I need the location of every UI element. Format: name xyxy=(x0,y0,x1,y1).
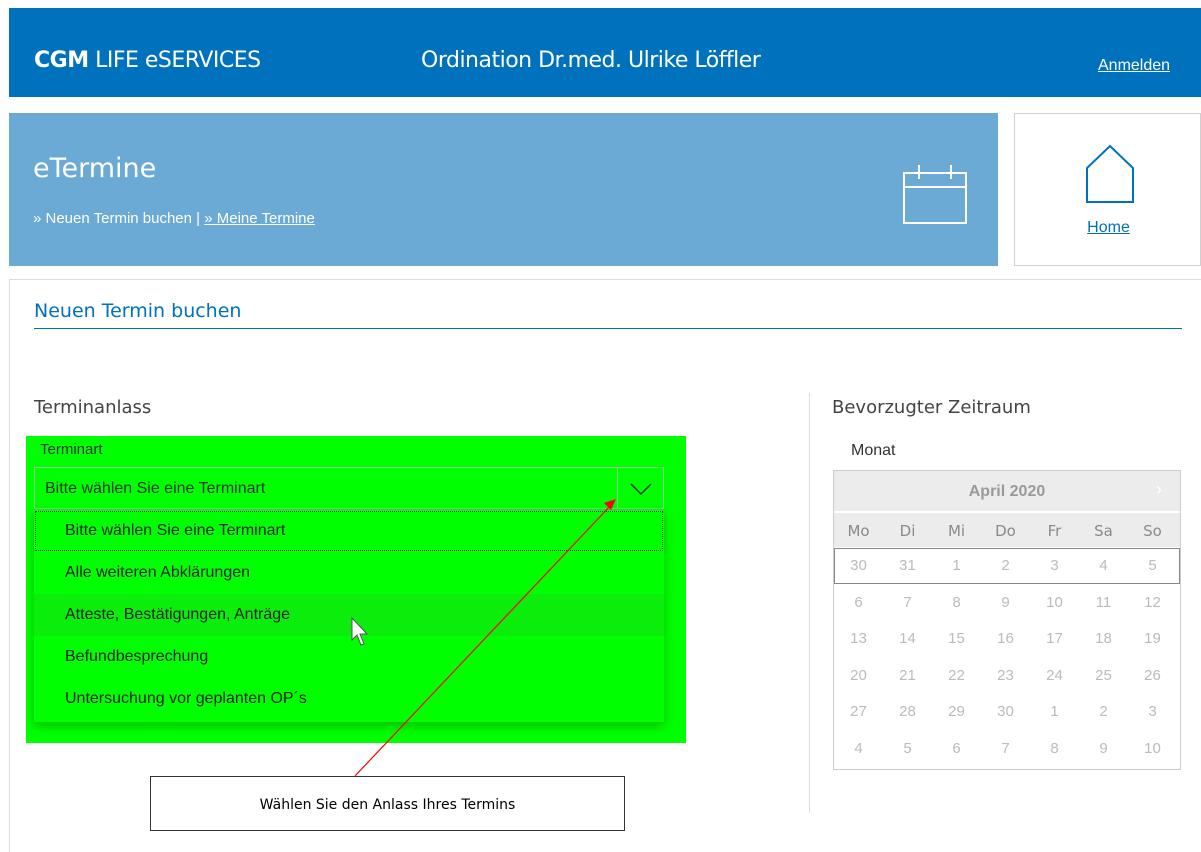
option-other-clarifications[interactable]: Alle weiteren Abklärungen xyxy=(34,552,664,594)
calendar-header: April 2020 › xyxy=(834,471,1180,511)
weekday-label: So xyxy=(1143,522,1162,540)
brand-logo: CGM LIFE eSERVICES xyxy=(34,48,261,73)
calendar-day[interactable]: 21 xyxy=(883,658,932,694)
calendar-day[interactable]: 28 xyxy=(883,694,932,730)
calendar-icon xyxy=(903,165,967,224)
calendar-day[interactable]: 10 xyxy=(1030,585,1079,621)
calendar-day[interactable]: 31 xyxy=(883,548,932,584)
chevron-down-icon xyxy=(630,483,652,496)
calendar-day[interactable]: 8 xyxy=(932,585,981,621)
calendar-day[interactable]: 4 xyxy=(834,731,883,767)
calendar-day[interactable]: 27 xyxy=(834,694,883,730)
calendar-day[interactable]: 1 xyxy=(932,548,981,584)
weekday-label: Mi xyxy=(947,522,966,540)
calendar-day[interactable]: 7 xyxy=(981,731,1030,767)
calendar-day[interactable]: 8 xyxy=(1030,731,1079,767)
calendar-day[interactable]: 26 xyxy=(1128,658,1177,694)
section-title: Neuen Termin buchen xyxy=(34,300,242,322)
option-certificates[interactable]: Atteste, Bestätigungen, Anträge xyxy=(34,594,664,636)
calendar-day[interactable]: 23 xyxy=(981,658,1030,694)
option-placeholder[interactable]: Bitte wählen Sie eine Terminart xyxy=(34,510,664,552)
calendar-day[interactable]: 1 xyxy=(1030,694,1079,730)
home-tile[interactable]: Home xyxy=(1014,113,1201,266)
calendar-day[interactable]: 22 xyxy=(932,658,981,694)
calendar-day[interactable]: 13 xyxy=(834,621,883,657)
my-appointments-link[interactable]: » Meine Termine xyxy=(204,210,315,227)
month-label: Monat xyxy=(851,442,896,459)
calendar-day[interactable]: 9 xyxy=(981,585,1030,621)
calendar-day[interactable]: 30 xyxy=(981,694,1030,730)
section-divider xyxy=(34,328,1182,329)
page-title: eTermine xyxy=(33,153,157,184)
preferred-period-title: Bevorzugter Zeitraum xyxy=(832,397,1031,418)
calendar-day[interactable]: 17 xyxy=(1030,621,1079,657)
weekday-label: Do xyxy=(995,522,1016,540)
top-bar: CGM LIFE eSERVICES Ordination Dr.med. Ul… xyxy=(9,8,1201,97)
appointment-type-options: Bitte wählen Sie eine Terminart Alle wei… xyxy=(34,510,664,722)
calendar-day[interactable]: 15 xyxy=(932,621,981,657)
weekday-label: Mo xyxy=(847,522,870,540)
calendar-day[interactable]: 16 xyxy=(981,621,1030,657)
appointment-type-value: Bitte wählen Sie eine Terminart xyxy=(45,480,266,497)
weekday-label: Di xyxy=(899,522,916,540)
calendar-day[interactable]: 25 xyxy=(1079,658,1128,694)
calendar-day[interactable]: 2 xyxy=(981,548,1030,584)
breadcrumb-current: » Neuen Termin buchen | xyxy=(33,210,205,227)
breadcrumb: » Neuen Termin buchen | » Meine Termine xyxy=(33,210,315,227)
appointment-type-label: Terminart xyxy=(40,441,103,458)
calendar-day[interactable]: 3 xyxy=(1030,548,1079,584)
calendar-day[interactable]: 7 xyxy=(883,585,932,621)
calendar-day[interactable]: 29 xyxy=(932,694,981,730)
calendar-day[interactable]: 5 xyxy=(883,731,932,767)
weekday-label: Sa xyxy=(1094,522,1113,540)
appointment-type-select[interactable]: Bitte wählen Sie eine Terminart xyxy=(34,467,664,509)
calendar-day[interactable]: 20 xyxy=(834,658,883,694)
appointment-reason-title: Terminanlass xyxy=(34,397,152,418)
calendar-day[interactable]: 6 xyxy=(932,731,981,767)
etermine-banner: eTermine » Neuen Termin buchen | » Meine… xyxy=(9,113,998,266)
calendar-day[interactable]: 3 xyxy=(1128,694,1177,730)
home-link[interactable]: Home xyxy=(1015,219,1201,237)
calendar-month-title: April 2020 xyxy=(968,483,1046,500)
annotation-callout: Wählen Sie den Anlass Ihres Termins xyxy=(150,776,625,831)
next-month-button[interactable]: › xyxy=(1156,479,1162,500)
dropdown-toggle[interactable] xyxy=(617,468,663,508)
calendar-day[interactable]: 24 xyxy=(1030,658,1079,694)
practice-name: Ordination Dr.med. Ulrike Löffler xyxy=(421,48,761,73)
home-icon xyxy=(1086,144,1134,203)
calendar-day[interactable]: 12 xyxy=(1128,585,1177,621)
column-divider xyxy=(809,393,810,813)
calendar-widget: April 2020 › Mo Di Mi Do Fr Sa So 30 31 1 2 3 4 5 6 7 8… xyxy=(833,470,1181,770)
calendar-day[interactable]: 11 xyxy=(1079,585,1128,621)
weekday-header: Mo Di Mi Do Fr Sa So xyxy=(834,513,1180,547)
calendar-day[interactable]: 2 xyxy=(1079,694,1128,730)
calendar-day[interactable]: 18 xyxy=(1079,621,1128,657)
weekday-label: Fr xyxy=(1047,522,1062,540)
calendar-day[interactable]: 4 xyxy=(1079,548,1128,584)
calendar-day[interactable]: 30 xyxy=(834,548,883,584)
option-findings-discussion[interactable]: Befundbesprechung xyxy=(34,636,664,678)
calendar-day[interactable]: 5 xyxy=(1128,548,1177,584)
calendar-day[interactable]: 19 xyxy=(1128,621,1177,657)
calendar-day[interactable]: 14 xyxy=(883,621,932,657)
calendar-day[interactable]: 6 xyxy=(834,585,883,621)
calendar-day[interactable]: 10 xyxy=(1128,731,1177,767)
option-pre-op-exam[interactable]: Untersuchung vor geplanten OP´s xyxy=(34,678,664,720)
login-link[interactable]: Anmelden xyxy=(1098,57,1170,75)
calendar-day[interactable]: 9 xyxy=(1079,731,1128,767)
